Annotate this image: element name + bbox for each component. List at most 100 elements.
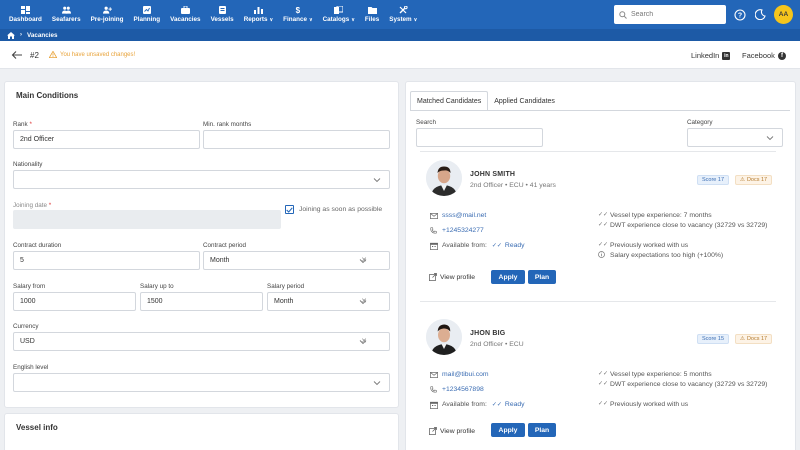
- back-arrow-icon[interactable]: [11, 50, 23, 60]
- chevron-down-icon: [373, 178, 381, 183]
- chevron-right-icon: ›: [20, 32, 22, 38]
- apply-button[interactable]: Apply: [491, 270, 525, 284]
- currency-label: Currency: [13, 323, 39, 330]
- chevron-down-icon: ∨: [413, 16, 418, 23]
- salary-up-to-value: 1500: [147, 298, 163, 305]
- view-profile-link[interactable]: View profile: [429, 273, 475, 281]
- avatar[interactable]: AA: [774, 5, 793, 24]
- linkedin-label: LinkedIn: [691, 51, 720, 60]
- warning-icon: ⚠: [740, 177, 745, 183]
- checkbox-checked[interactable]: [285, 205, 294, 214]
- candidate-email[interactable]: ssss@mail.net: [429, 211, 486, 220]
- nav-planning[interactable]: Planning: [129, 0, 166, 29]
- match-item: ✓✓ Vessel type experience: 7 months: [598, 212, 712, 219]
- candidate-phone[interactable]: +1234567898: [429, 385, 484, 394]
- joining-date-field: [13, 210, 281, 229]
- candidate-subtitle: 2nd Officer • ECU: [470, 341, 524, 348]
- facebook-link[interactable]: Facebook f: [742, 51, 786, 60]
- candidate-search-input[interactable]: [416, 128, 543, 147]
- candidate-name[interactable]: JOHN SMITH: [470, 171, 515, 178]
- nav-label: Finance: [283, 16, 307, 23]
- mail-icon: [429, 370, 438, 379]
- nav-system[interactable]: System ∨: [384, 0, 422, 29]
- currency-value: USD: [20, 338, 35, 345]
- nav-pre-joining[interactable]: Pre-joining: [86, 0, 129, 29]
- nationality-select[interactable]: [13, 170, 390, 189]
- score-badge: Score 17: [697, 175, 730, 185]
- availability-status: ✓✓ Ready: [491, 242, 525, 249]
- english-level-select[interactable]: [13, 373, 390, 392]
- nav-seafarers[interactable]: Seafarers: [47, 0, 86, 29]
- nav-files[interactable]: Files: [360, 0, 384, 29]
- candidate-email[interactable]: mail@tibui.com: [429, 370, 489, 379]
- breadcrumb: › Vacancies: [0, 29, 800, 41]
- check-icon: ✓✓: [598, 242, 609, 248]
- salary-up-to-field[interactable]: 1500: [140, 292, 263, 311]
- linkedin-icon: in: [722, 51, 731, 60]
- check-icon: ✓✓: [598, 212, 609, 218]
- category-select[interactable]: [687, 128, 783, 147]
- planning-icon: [142, 6, 151, 14]
- breadcrumb-current[interactable]: Vacancies: [27, 32, 57, 39]
- apply-button[interactable]: Apply: [491, 423, 525, 437]
- candidate-card: JOHN SMITH 2nd Officer • ECU • 41 years …: [420, 151, 776, 301]
- min-rank-months-label: Min. rank months: [203, 121, 252, 128]
- english-level-label: English level: [13, 364, 49, 371]
- candidate-search-label: Search: [416, 119, 436, 126]
- salary-from-field[interactable]: 1000: [13, 292, 136, 311]
- contract-duration-field[interactable]: 5: [13, 251, 200, 270]
- search-input[interactable]: [631, 11, 721, 18]
- category-label: Category: [687, 119, 713, 126]
- facebook-icon: f: [777, 51, 786, 60]
- plan-button[interactable]: Plan: [528, 423, 556, 437]
- nav-dashboard[interactable]: Dashboard: [4, 0, 47, 29]
- nav-finance[interactable]: $ Finance ∨: [278, 0, 317, 29]
- nationality-label: Nationality: [13, 161, 43, 168]
- joining-asap-checkbox[interactable]: Joining as soon as possible: [285, 205, 382, 214]
- contract-duration-label: Contract duration: [13, 242, 62, 249]
- min-rank-months-field[interactable]: [203, 130, 390, 149]
- nav-vessels[interactable]: Vessels: [206, 0, 239, 29]
- plan-button[interactable]: Plan: [528, 270, 556, 284]
- vessel-info-title: Vessel info: [16, 423, 58, 432]
- people-icon: [61, 6, 71, 14]
- currency-select[interactable]: USD ✕: [13, 332, 390, 351]
- match-item: ✓✓ Previously worked with us: [598, 401, 689, 408]
- candidate-card: JHON BIG 2nd Officer • ECU Score 15 ⚠ Doc…: [420, 301, 776, 450]
- global-search[interactable]: [614, 5, 726, 24]
- contract-period-select[interactable]: Month ✕: [203, 251, 390, 270]
- rank-field[interactable]: 2nd Officer: [13, 130, 200, 149]
- candidate-phone[interactable]: +1245324277: [429, 226, 484, 235]
- catalog-icon: [334, 6, 344, 14]
- top-navbar: Dashboard Seafarers Pre-joining Planning…: [0, 0, 800, 29]
- view-profile-link[interactable]: View profile: [429, 427, 475, 435]
- tab-matched-candidates[interactable]: Matched Candidates: [410, 91, 489, 111]
- tab-applied-candidates[interactable]: Applied Candidates: [488, 91, 561, 111]
- check-icon: ✓✓: [598, 381, 609, 387]
- nav-catalogs[interactable]: Catalogs ∨: [318, 0, 360, 29]
- linkedin-link[interactable]: LinkedIn in: [691, 51, 731, 60]
- salary-from-value: 1000: [20, 298, 36, 305]
- nav-label: Files: [364, 16, 380, 23]
- phone-icon: [429, 385, 438, 394]
- warning-text: You have unsaved changes!: [60, 51, 136, 58]
- candidate-photo: [426, 160, 462, 196]
- phone-icon: [429, 226, 438, 235]
- rank-value: 2nd Officer: [20, 136, 55, 143]
- nav-label: Dashboard: [9, 16, 42, 23]
- match-item: Salary expectations too high (+100%): [598, 251, 723, 262]
- dollar-icon: $: [295, 5, 301, 15]
- candidate-name[interactable]: JHON BIG: [470, 330, 505, 337]
- nav-reports[interactable]: Reports ∨: [239, 0, 278, 29]
- salary-period-select[interactable]: Month ✕: [267, 292, 390, 311]
- dark-mode-icon[interactable]: [754, 8, 767, 21]
- briefcase-icon: [180, 6, 190, 14]
- help-icon[interactable]: ?: [733, 8, 746, 21]
- home-icon[interactable]: [7, 31, 15, 39]
- availability-status: ✓✓ Ready: [491, 401, 525, 408]
- external-link-icon: [429, 273, 437, 281]
- nav-vacancies[interactable]: Vacancies: [165, 0, 205, 29]
- salary-period-label: Salary period: [267, 283, 305, 290]
- check-icon: ✓✓: [491, 402, 502, 408]
- docs-badge: ⚠ Docs 17: [735, 334, 773, 344]
